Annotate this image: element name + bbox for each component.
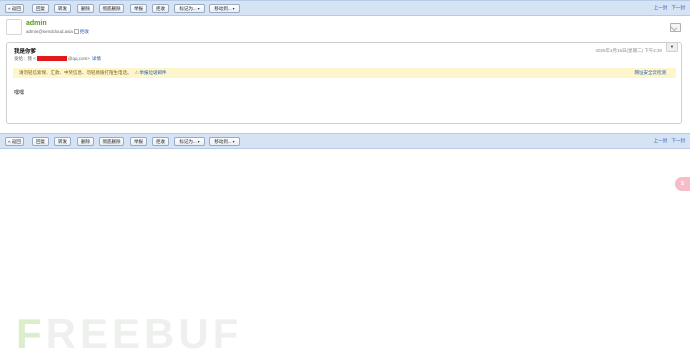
sender-address: admin@sendcloud.asia — [26, 29, 73, 34]
contact-card-icon[interactable] — [73, 29, 79, 35]
next-mail-link[interactable]: 下一封 — [672, 138, 686, 143]
redacted-email — [36, 56, 67, 62]
move-to-dropdown[interactable]: 移动到...▾ — [209, 137, 240, 146]
detail-link[interactable]: 详情 — [92, 56, 101, 61]
next-mail-link[interactable]: 下一封 — [672, 5, 686, 10]
envelope-icon[interactable] — [670, 23, 681, 32]
mail-subject: 我是你爹 — [14, 49, 37, 55]
forward-button[interactable]: 转发 — [54, 4, 71, 13]
prev-mail-link[interactable]: 上一封 — [654, 138, 668, 143]
security-warning-bar: 请勿轻信索保、汇款、中奖信息、勿轻易拨打陌生电话。 ⚠举报垃圾邮件 网址安全云检测 — [13, 68, 676, 78]
freebuf-watermark: FREEBUF — [16, 310, 238, 358]
avatar[interactable] — [6, 19, 22, 35]
mark-as-dropdown[interactable]: 标记为...▾ — [174, 4, 205, 13]
mark-as-label: 标记为... — [179, 6, 197, 11]
recipient-name: 我 < — [27, 56, 36, 61]
reject-button[interactable]: 拒收 — [152, 4, 169, 13]
recipient-suffix: @qq.com> — [67, 56, 90, 61]
move-to-label: 移动到... — [214, 6, 232, 11]
expand-button[interactable]: ▼ — [666, 42, 678, 52]
mail-date: 2025年4月15日(星期二) 下午2:30 — [595, 48, 662, 53]
cloud-check-link[interactable]: 网址安全云检测 — [635, 70, 667, 76]
mail-card: 我是你爹 发给：我 < @qq.com> 详情 2025年4月15日(星期二) 下午… — [6, 42, 682, 124]
pager: 上一封 下一封 — [651, 5, 685, 11]
forward-button[interactable]: 转发 — [54, 137, 71, 146]
floating-assistant-button[interactable]: S — [675, 177, 690, 191]
chevron-down-icon: ▾ — [197, 6, 200, 11]
report-button[interactable]: 举报 — [130, 137, 147, 146]
chevron-down-icon: ▾ — [232, 139, 235, 144]
warning-text-group: 请勿轻信索保、汇款、中奖信息、勿轻易拨打陌生电话。 ⚠举报垃圾邮件 — [19, 70, 167, 76]
mark-as-dropdown[interactable]: 标记为...▾ — [174, 137, 205, 146]
move-to-label: 移动到... — [214, 139, 232, 144]
warning-text: 请勿轻信索保、汇款、中奖信息、勿轻易拨打陌生电话。 — [19, 70, 132, 75]
chevron-down-icon: ▾ — [232, 6, 235, 11]
sender-name[interactable]: admin — [26, 20, 47, 27]
reply-button[interactable]: 回复 — [32, 4, 49, 13]
delete-permanent-button[interactable]: 彻底删除 — [99, 4, 124, 13]
prev-mail-link[interactable]: 上一封 — [654, 5, 668, 10]
delete-button[interactable]: 删除 — [77, 137, 94, 146]
delete-permanent-button[interactable]: 彻底删除 — [99, 137, 124, 146]
sender-address-line: admin@sendcloud.asia 拒收 — [26, 29, 89, 35]
reject-button[interactable]: 拒收 — [152, 137, 169, 146]
warning-icon: ⚠ — [134, 70, 139, 76]
watermark-first-letter: F — [16, 310, 46, 357]
sender-reject-link[interactable]: 拒收 — [80, 29, 89, 34]
sender-row: admin admin@sendcloud.asia 拒收 — [0, 19, 690, 41]
delete-button[interactable]: 删除 — [77, 4, 94, 13]
bottom-toolbar: « 返回 回复 转发 删除 彻底删除 举报 拒收 标记为...▾ 移动到...▾… — [0, 133, 690, 149]
report-button[interactable]: 举报 — [130, 4, 147, 13]
back-button[interactable]: « 返回 — [5, 137, 24, 146]
watermark-rest: REEBUF — [45, 310, 243, 357]
back-button[interactable]: « 返回 — [5, 4, 24, 13]
recipient-line: 发给：我 < @qq.com> 详情 — [14, 56, 101, 62]
move-to-dropdown[interactable]: 移动到...▾ — [209, 4, 240, 13]
mail-body: 嘿嘿 — [14, 90, 25, 96]
pager: 上一封 下一封 — [651, 138, 685, 144]
chevron-down-icon: ▾ — [197, 139, 200, 144]
report-spam-link[interactable]: 举报垃圾邮件 — [140, 70, 167, 75]
recipient-prefix: 发给： — [14, 56, 28, 61]
mark-as-label: 标记为... — [179, 139, 197, 144]
top-toolbar: « 返回 回复 转发 删除 彻底删除 举报 拒收 标记为...▾ 移动到...▾… — [0, 0, 690, 16]
reply-button[interactable]: 回复 — [32, 137, 49, 146]
